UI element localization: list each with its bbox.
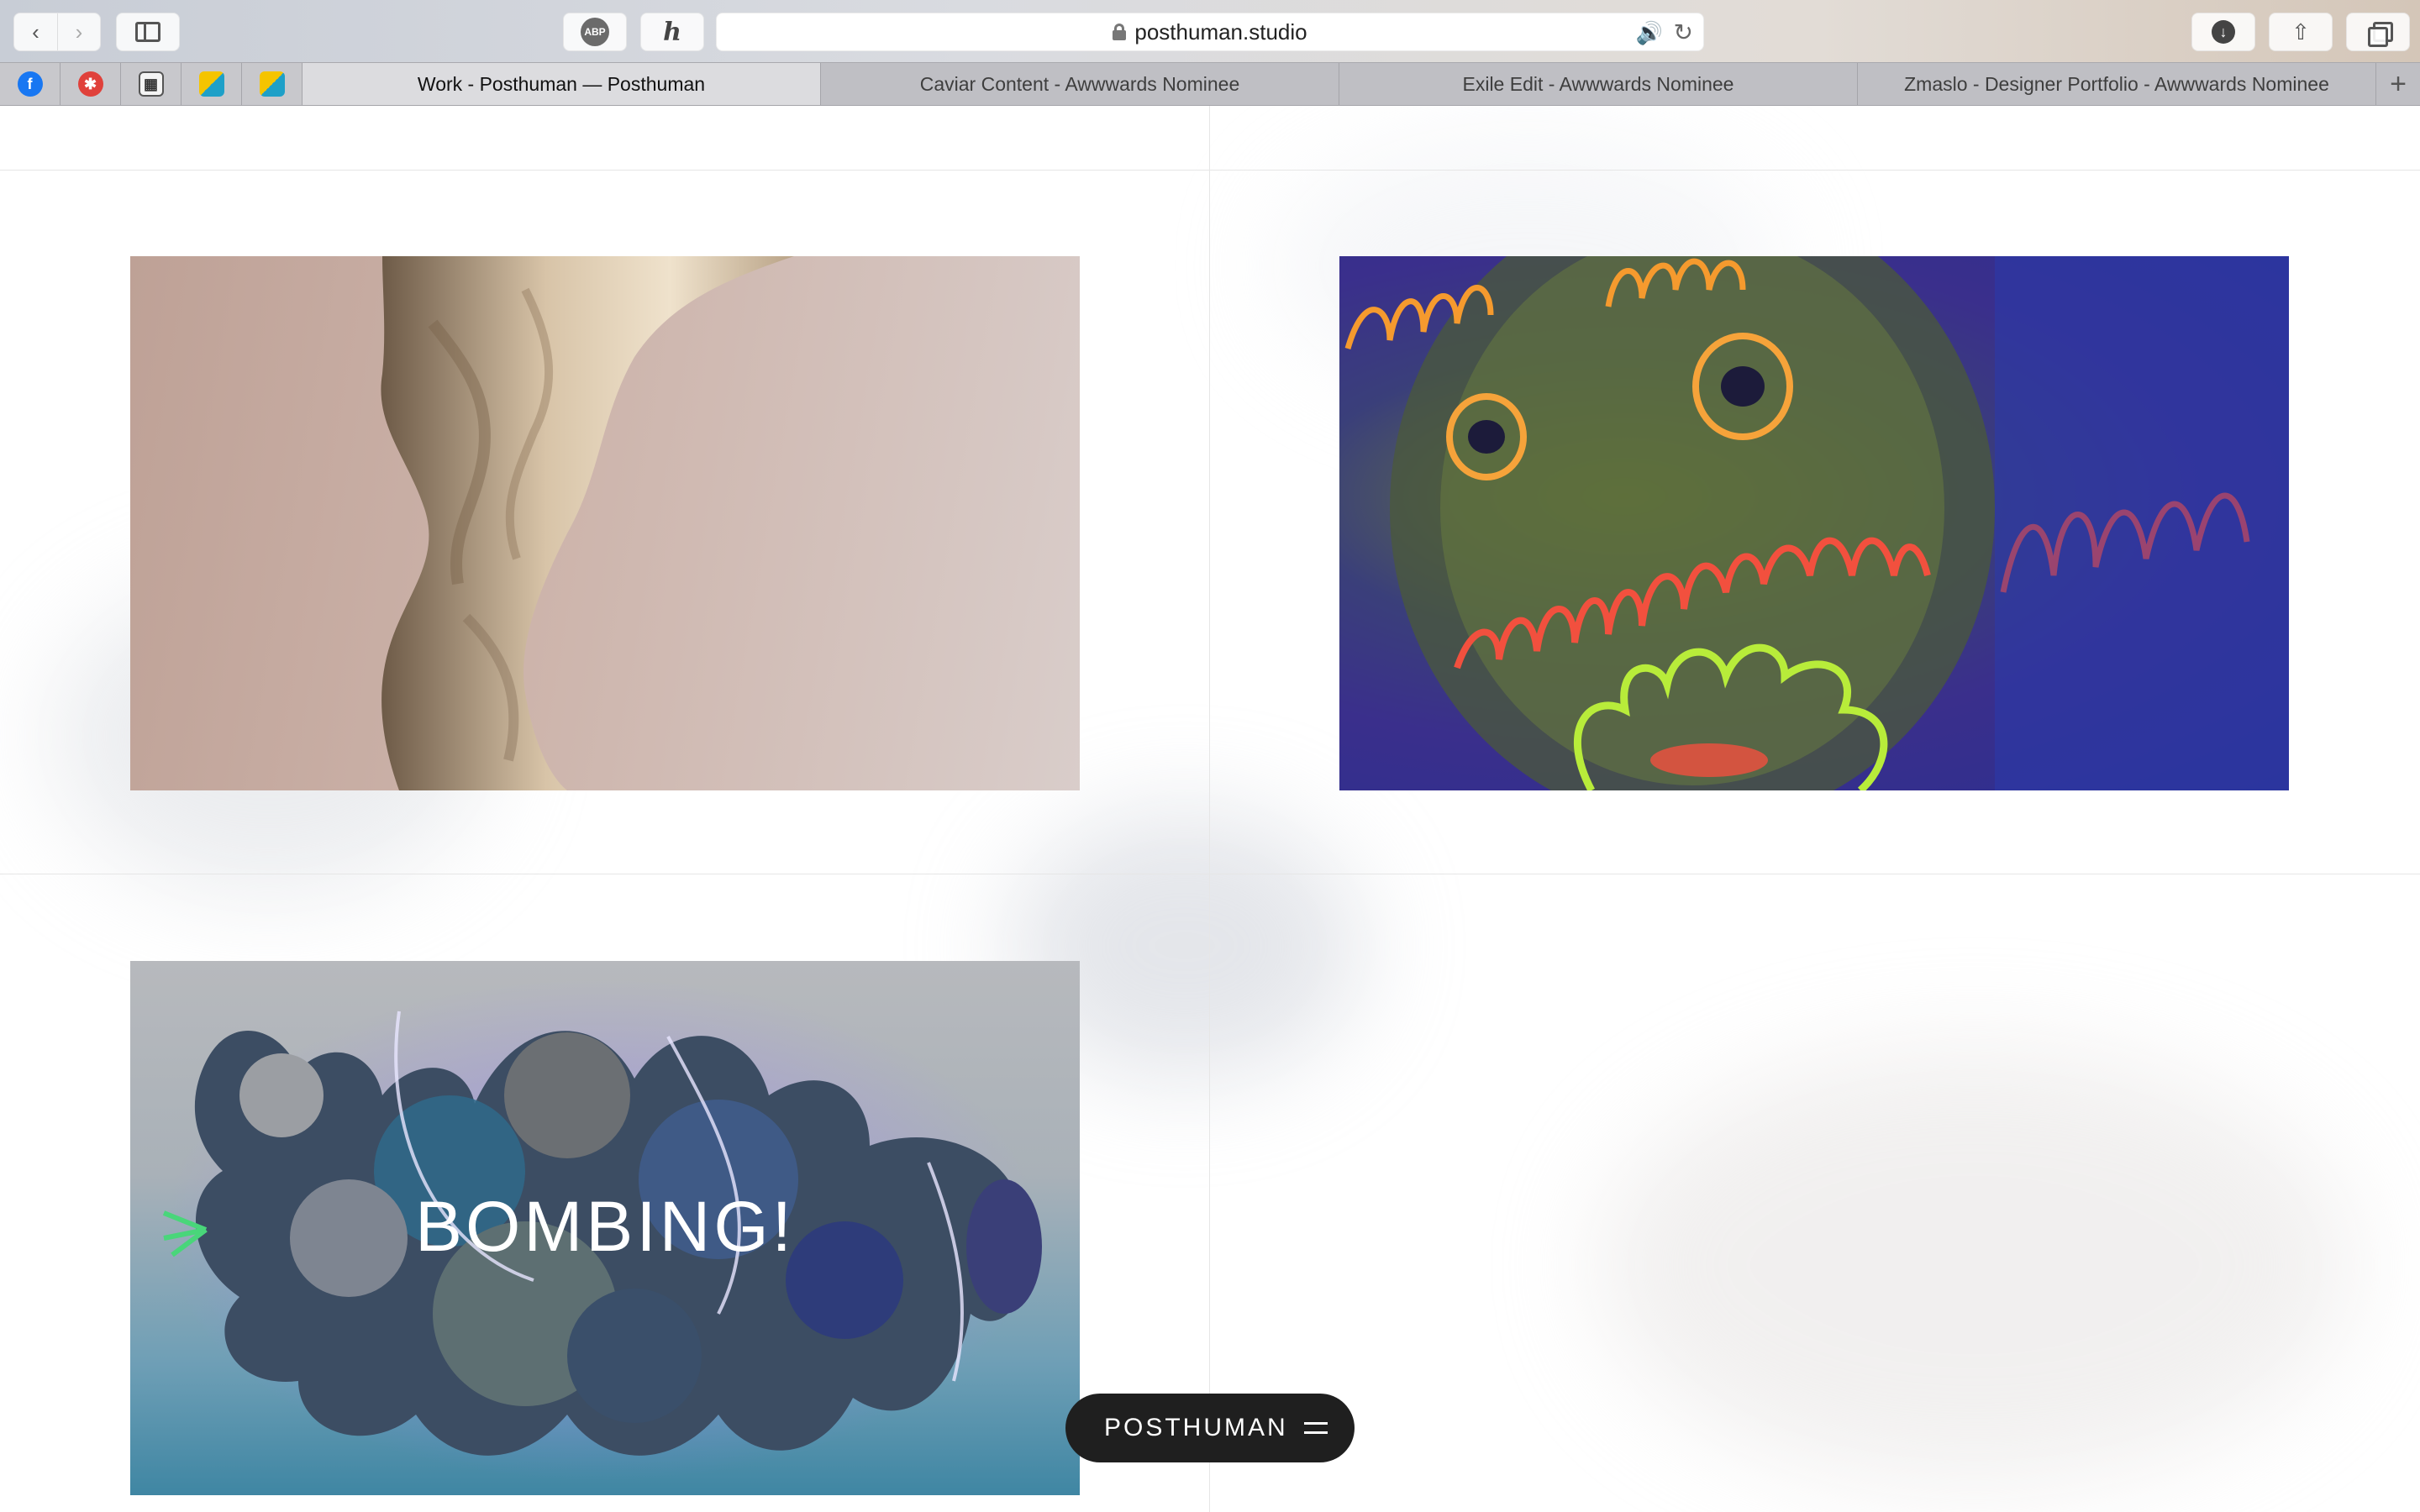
grid-app-icon: ▦ — [138, 71, 164, 97]
tab-overview-icon — [2368, 22, 2393, 47]
share-icon: ⇧ — [2291, 18, 2310, 45]
page-content: BOMBING! POSTHUMAN — [0, 106, 2420, 1512]
grid-divider-vertical — [1209, 106, 1210, 1512]
background-blur — [1597, 1047, 2353, 1483]
yellow-blue-app-icon — [198, 71, 224, 97]
hamburger-icon — [1304, 1422, 1328, 1434]
brand-label: POSTHUMAN — [1104, 1414, 1288, 1441]
download-icon: ↓ — [2212, 20, 2235, 44]
adblock-plus-icon: ABP — [581, 18, 609, 46]
project-title: BOMBING! — [414, 1187, 796, 1266]
pinned-tab-yellow-blue-2[interactable] — [242, 63, 302, 105]
chevron-right-icon: › — [75, 18, 83, 45]
honey-extension-button[interactable]: h — [640, 13, 704, 51]
forward-button[interactable]: › — [56, 13, 100, 50]
pinned-tab-red-wheel[interactable]: ✱ — [60, 63, 121, 105]
sidebar-icon — [135, 22, 160, 42]
share-button[interactable]: ⇧ — [2269, 13, 2333, 51]
pinned-tab-facebook[interactable]: f — [0, 63, 60, 105]
browser-toolbar: ‹ › ABP h posthuman.studio 🔊 ↻ ↓ ⇧ — [0, 0, 2420, 62]
lock-icon — [1113, 24, 1127, 40]
project-card-neon-face[interactable] — [1339, 256, 2289, 790]
project-card-bombing[interactable]: BOMBING! — [130, 961, 1080, 1495]
tab-exile-edit[interactable]: Exile Edit - Awwwards Nominee — [1339, 63, 1858, 105]
downloads-button[interactable]: ↓ — [2191, 13, 2255, 51]
tab-zmaslo[interactable]: Zmaslo - Designer Portfolio - Awwwards N… — [1858, 63, 2376, 105]
yellow-blue-app-icon — [259, 71, 285, 97]
history-nav-group: ‹ › — [13, 13, 101, 51]
pinned-tab-grid-app[interactable]: ▦ — [121, 63, 182, 105]
adblock-extension-button[interactable]: ABP — [563, 13, 627, 51]
project-card-sculpted-figure[interactable] — [130, 256, 1080, 790]
reload-icon[interactable]: ↻ — [1674, 18, 1693, 46]
pinned-tab-yellow-blue-1[interactable] — [182, 63, 242, 105]
tab-caviar-content[interactable]: Caviar Content - Awwwards Nominee — [821, 63, 1339, 105]
tab-bar: f ✱ ▦ Work - Posthuman — Posthuman Cavia… — [0, 62, 2420, 106]
speaker-icon[interactable]: 🔊 — [1636, 20, 1663, 46]
chevron-left-icon: ‹ — [32, 18, 39, 45]
tab-overview-button[interactable] — [2346, 13, 2410, 51]
back-button[interactable]: ‹ — [14, 13, 57, 50]
address-bar[interactable]: posthuman.studio 🔊 ↻ — [716, 13, 1704, 51]
facebook-icon: f — [17, 71, 43, 97]
url-text: posthuman.studio — [1134, 18, 1307, 45]
sidebar-toggle-button[interactable] — [116, 13, 180, 51]
new-tab-button[interactable]: + — [2376, 63, 2420, 105]
site-menu-button[interactable]: POSTHUMAN — [1065, 1394, 1355, 1462]
tab-work-posthuman[interactable]: Work - Posthuman — Posthuman — [302, 63, 821, 105]
grid-divider-horizontal — [0, 170, 2420, 171]
neon-painted-face-image — [1344, 256, 2289, 790]
sculpted-skin-figure-image — [381, 256, 794, 790]
red-wheel-icon: ✱ — [77, 71, 103, 97]
honey-icon: h — [663, 17, 681, 47]
